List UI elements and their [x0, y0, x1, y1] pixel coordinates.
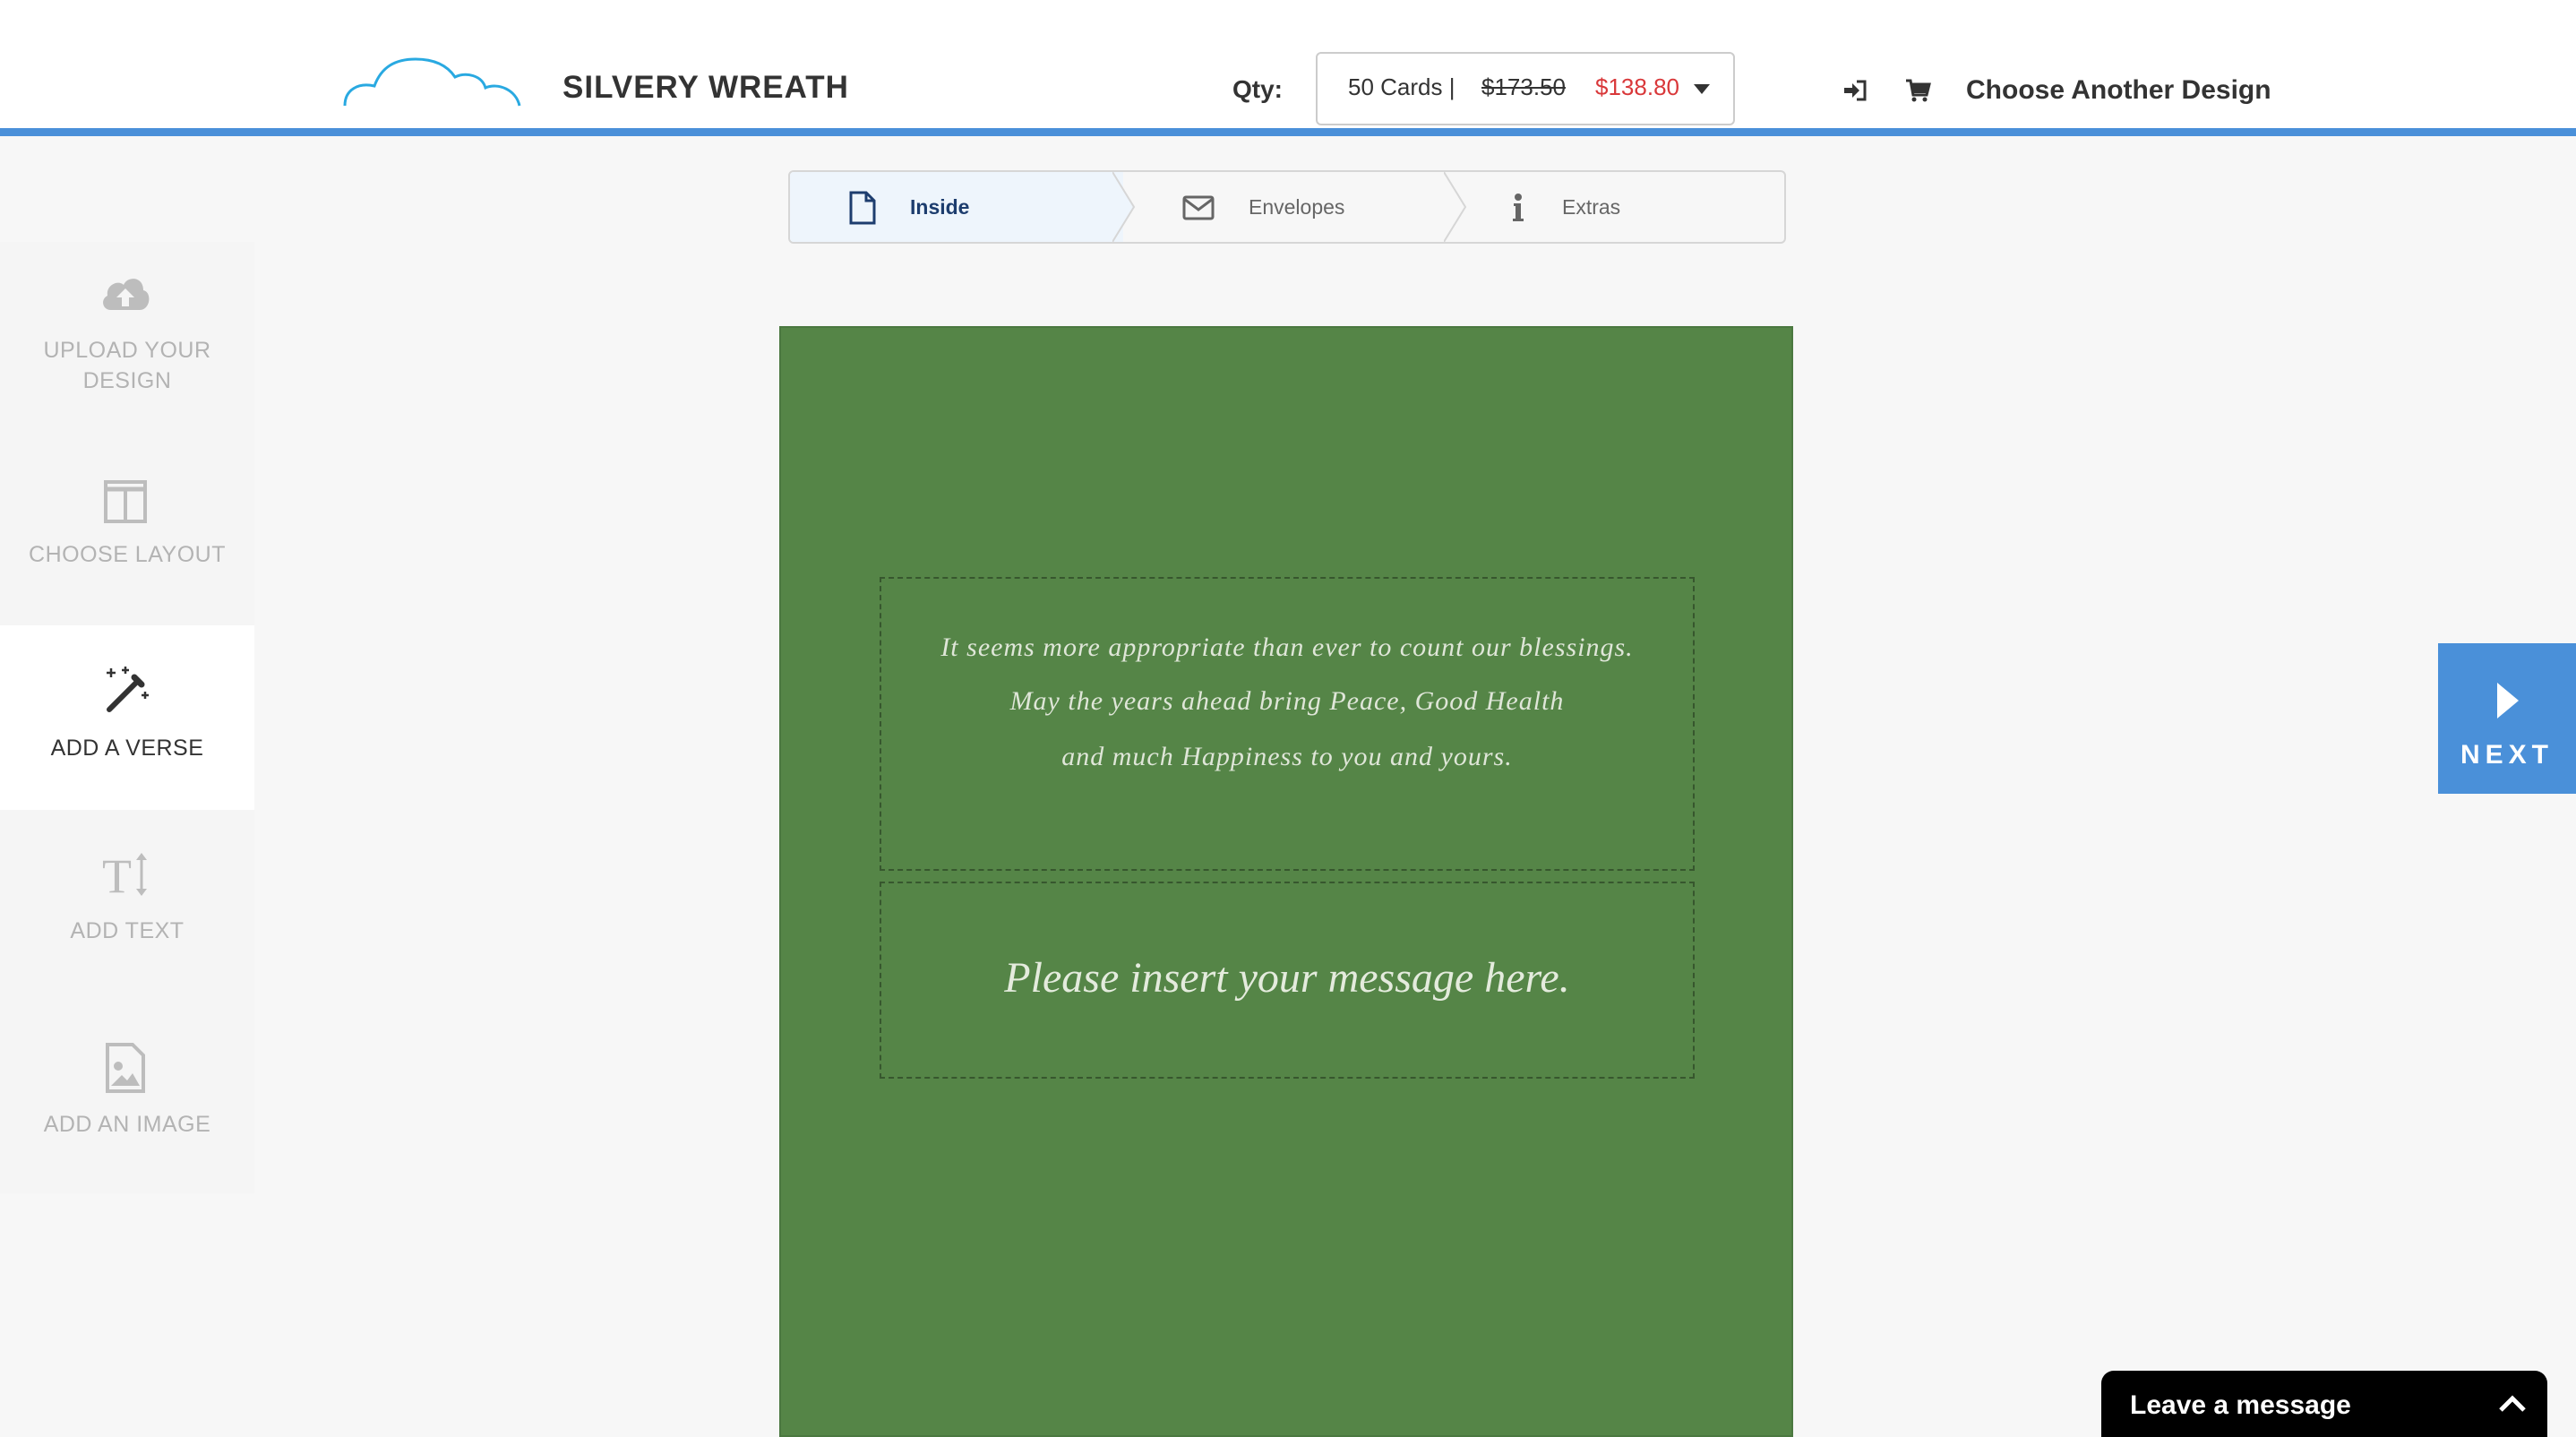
message-text-box[interactable]: Please insert your message here. — [880, 882, 1695, 1079]
caret-down-icon — [1694, 84, 1710, 94]
tab-inside[interactable]: Inside — [790, 172, 1123, 242]
step-tabs: Inside Envelopes Extras — [788, 170, 1786, 244]
svg-text:T: T — [102, 849, 132, 899]
chevron-up-icon[interactable] — [2497, 1390, 2528, 1417]
envelope-icon — [1182, 195, 1215, 220]
design-title: SILVERY WREATH — [562, 70, 849, 105]
tab-inside-label: Inside — [910, 195, 970, 219]
qty-dropdown[interactable]: 50 Cards | $173.50 $138.80 — [1316, 52, 1735, 125]
sidebar-item-add-image[interactable]: ADD AN IMAGE — [0, 1003, 254, 1193]
sidebar-item-upload-design[interactable]: UPLOAD YOUR DESIGN — [0, 242, 254, 432]
verse-line: and much Happiness to you and yours. — [1061, 742, 1513, 771]
sidebar-item-add-verse[interactable]: ADD A VERSE — [0, 625, 254, 810]
cart-icon[interactable] — [1904, 77, 1931, 104]
tab-extras-label: Extras — [1562, 195, 1621, 219]
verse-text-box[interactable]: It seems more appropriate than ever to c… — [880, 577, 1695, 871]
sidebar-item-label: CHOOSE LAYOUT — [29, 542, 226, 567]
leave-message-widget[interactable]: Leave a message — [2101, 1371, 2547, 1437]
qty-label: Qty: — [1232, 75, 1283, 103]
document-icon — [849, 191, 876, 225]
info-icon — [1513, 194, 1524, 221]
image-icon — [106, 1043, 145, 1093]
text-icon: T — [102, 849, 147, 899]
header-bar: SILVERY WREATH Qty: 50 Cards | $173.50 $… — [0, 0, 2576, 136]
sidebar-item-label: ADD AN IMAGE — [43, 1112, 211, 1137]
next-button[interactable]: NEXT — [2438, 643, 2576, 794]
sign-in-icon[interactable] — [1842, 77, 1868, 104]
sale-price: $138.80 — [1595, 73, 1679, 100]
cloud-logo-icon[interactable] — [340, 47, 528, 111]
magic-wand-icon — [107, 667, 149, 712]
verse-line: May the years ahead bring Peace, Good He… — [1009, 686, 1565, 716]
qty-cards: 50 Cards | — [1348, 73, 1455, 100]
layout-icon — [104, 480, 147, 523]
verse-line: It seems more appropriate than ever to c… — [940, 632, 1634, 662]
choose-another-design-link[interactable]: Choose Another Design — [1966, 75, 2271, 106]
card-inside-canvas: It seems more appropriate than ever to c… — [779, 326, 1793, 1437]
cloud-upload-icon — [103, 279, 150, 310]
play-arrow-icon — [2497, 683, 2519, 718]
tab-envelopes-label: Envelopes — [1249, 195, 1345, 219]
sidebar-item-add-text[interactable]: T ADD TEXT — [0, 810, 254, 1003]
next-button-label: NEXT — [2460, 740, 2554, 770]
old-price: $173.50 — [1481, 73, 1566, 100]
tab-extras[interactable]: Extras — [1455, 172, 1784, 242]
tab-envelopes[interactable]: Envelopes — [1123, 172, 1455, 242]
leave-message-label: Leave a message — [2130, 1390, 2351, 1420]
sidebar-item-label: ADD A VERSE — [50, 736, 204, 761]
sidebar-item-choose-layout[interactable]: CHOOSE LAYOUT — [0, 432, 254, 625]
sidebar-item-label: UPLOAD YOUR — [43, 338, 211, 363]
message-placeholder: Please insert your message here. — [1004, 954, 1570, 1002]
sidebar-item-label: ADD TEXT — [70, 918, 185, 943]
sidebar-item-label: DESIGN — [82, 368, 172, 393]
